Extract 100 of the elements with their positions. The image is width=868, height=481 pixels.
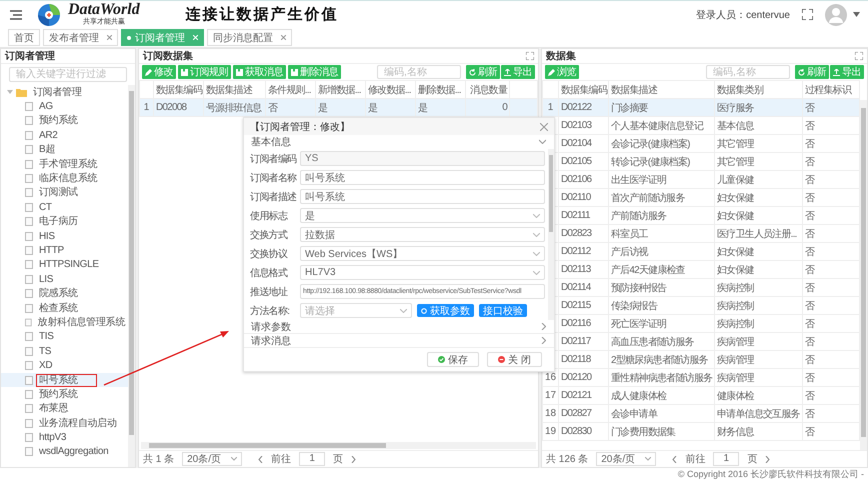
expand-icon[interactable] bbox=[855, 52, 863, 60]
dialog-button[interactable]: 保存 bbox=[427, 352, 480, 367]
field-label: 推送地址 bbox=[250, 286, 289, 298]
page-size-select[interactable]: 20条/页 bbox=[182, 452, 242, 466]
table-cell: 门诊摘要 bbox=[608, 98, 714, 116]
filter-field[interactable]: 输入关键字进行过滤 bbox=[9, 67, 127, 82]
avatar-icon[interactable] bbox=[825, 4, 847, 26]
previous-page-icon[interactable] bbox=[258, 456, 264, 462]
tree-item[interactable]: wsdlAggregation bbox=[36, 445, 112, 458]
table-cell: D02110 bbox=[558, 188, 608, 206]
expand-icon[interactable] bbox=[526, 52, 534, 60]
tree-item[interactable]: 手术管理系统 bbox=[36, 158, 100, 171]
page-field[interactable]: 1 bbox=[713, 452, 740, 466]
tree-item[interactable]: 临床信息系统 bbox=[36, 172, 100, 186]
tree-item[interactable]: AR2 bbox=[36, 128, 61, 142]
tree-item[interactable]: TS bbox=[36, 344, 54, 358]
page-size-select[interactable]: 20条/页 bbox=[596, 452, 656, 466]
chevron-down-icon bbox=[645, 457, 652, 461]
table-cell: D02823 bbox=[558, 224, 608, 242]
tree-item[interactable]: B超 bbox=[36, 143, 58, 156]
document-icon bbox=[181, 68, 188, 76]
section-header[interactable]: 请求消息 bbox=[244, 334, 554, 348]
row-number: 17 bbox=[544, 390, 556, 401]
select-field[interactable]: HL7V3 bbox=[300, 265, 545, 280]
fullscreen-icon[interactable] bbox=[802, 9, 813, 20]
table-cell: D02122 bbox=[558, 98, 608, 116]
select-field[interactable]: 拉数据 bbox=[300, 227, 545, 242]
table-cell: 财务信息 bbox=[714, 422, 802, 440]
pencil-icon bbox=[145, 68, 152, 76]
table-cell: 医疗卫生人员注册... bbox=[714, 224, 802, 242]
section-header[interactable]: 基本信息 bbox=[244, 135, 554, 149]
tree-item[interactable]: 检查系统 bbox=[36, 302, 81, 315]
next-page-icon[interactable] bbox=[351, 456, 356, 462]
column-header[interactable]: 数据集类别 bbox=[714, 80, 802, 98]
close-icon[interactable] bbox=[107, 35, 112, 40]
tree-item[interactable]: HTTP bbox=[36, 244, 67, 257]
field-label: 信息格式 bbox=[250, 266, 288, 280]
page-field[interactable]: 1 bbox=[299, 452, 326, 466]
table-cell: 否 bbox=[802, 98, 860, 116]
select-field[interactable]: Web Services【WS】 bbox=[300, 246, 545, 261]
row-number: 16 bbox=[544, 372, 556, 383]
table-cell: 2型糖尿病患者随访服务 bbox=[608, 350, 714, 368]
previous-page-icon[interactable] bbox=[672, 456, 678, 462]
caret-icon[interactable] bbox=[853, 12, 860, 17]
next-page-icon[interactable] bbox=[765, 456, 770, 462]
tree-item[interactable]: 订阅者管理 bbox=[30, 86, 85, 99]
menu-icon[interactable] bbox=[10, 10, 22, 20]
field-label: 使用标志 bbox=[250, 210, 289, 222]
scrollbar[interactable] bbox=[141, 442, 536, 449]
field-label: 订阅者名称 bbox=[250, 172, 297, 184]
tree-item[interactable]: 放射科信息管理系统 bbox=[34, 316, 128, 329]
tree-item[interactable]: AG bbox=[36, 100, 56, 114]
refresh-icon bbox=[469, 68, 476, 76]
section-header[interactable]: 请求参数 bbox=[244, 320, 554, 334]
search-field[interactable]: 编码,名称 bbox=[706, 65, 790, 79]
chevron-down-icon bbox=[533, 214, 540, 218]
close-icon[interactable] bbox=[540, 122, 548, 130]
tree-item[interactable]: XD bbox=[36, 359, 56, 372]
tree-item[interactable]: 预约系统 bbox=[36, 388, 81, 401]
table-cell: 疾病控制 bbox=[714, 278, 802, 296]
tab[interactable]: 首页 bbox=[8, 29, 40, 46]
tree-item[interactable]: LIS bbox=[36, 272, 56, 286]
table-cell: 疾病控制 bbox=[714, 296, 802, 314]
tree-item[interactable]: TIS bbox=[36, 330, 57, 344]
document-icon bbox=[291, 68, 298, 76]
scrollbar[interactable] bbox=[548, 149, 554, 320]
tab[interactable]: 发布者管理 bbox=[43, 29, 118, 46]
tree-item[interactable]: HIS bbox=[36, 230, 58, 243]
goto-label: 前往 bbox=[685, 452, 706, 466]
input-field[interactable]: 叫号系统 bbox=[300, 189, 545, 204]
tree-item[interactable]: 院感系统 bbox=[36, 287, 81, 300]
tree-item[interactable]: 预约系统 bbox=[36, 114, 81, 128]
input-field[interactable]: 叫号系统 bbox=[300, 170, 545, 185]
table-cell: D02115 bbox=[558, 296, 608, 314]
tree-item[interactable]: 叫号系统 bbox=[36, 374, 97, 386]
tree-item[interactable]: 电子病历 bbox=[36, 215, 81, 228]
tree-item[interactable]: HTTPSINGLE bbox=[36, 258, 102, 272]
tab[interactable]: 同步消息配置 bbox=[207, 29, 292, 46]
table-cell: 个人基本健康信息登记 bbox=[608, 116, 714, 134]
select-field[interactable]: 是 bbox=[300, 208, 545, 223]
folder-icon bbox=[16, 88, 27, 97]
scrollbar[interactable] bbox=[860, 100, 867, 450]
tree-item[interactable]: CT bbox=[36, 200, 55, 214]
expand-caret-icon[interactable] bbox=[7, 89, 13, 96]
tree-item[interactable]: 业务流程自动启动 bbox=[36, 416, 120, 430]
tree-item[interactable]: 布莱恩 bbox=[36, 402, 72, 416]
scrollbar[interactable] bbox=[128, 85, 135, 467]
tree-item[interactable]: httpV3 bbox=[36, 431, 70, 444]
panel-title: 订阅者管理 bbox=[1, 49, 135, 64]
table-cell: 门诊费用数据集 bbox=[608, 422, 714, 440]
chevron-down-icon bbox=[533, 270, 540, 274]
tree-item[interactable]: 订阅测试 bbox=[36, 186, 81, 200]
method-button[interactable]: 获取参数 bbox=[417, 304, 474, 317]
method-button[interactable]: 接口校验 bbox=[479, 304, 527, 317]
table-cell: 疾病控制 bbox=[714, 314, 802, 332]
close-icon[interactable] bbox=[281, 35, 286, 40]
search-field[interactable]: 编码,名称 bbox=[377, 65, 461, 79]
dialog-button[interactable]: 关 闭 bbox=[487, 352, 542, 367]
column-header[interactable]: 数据集描述 bbox=[608, 80, 714, 98]
row-number: 1 bbox=[144, 102, 150, 113]
